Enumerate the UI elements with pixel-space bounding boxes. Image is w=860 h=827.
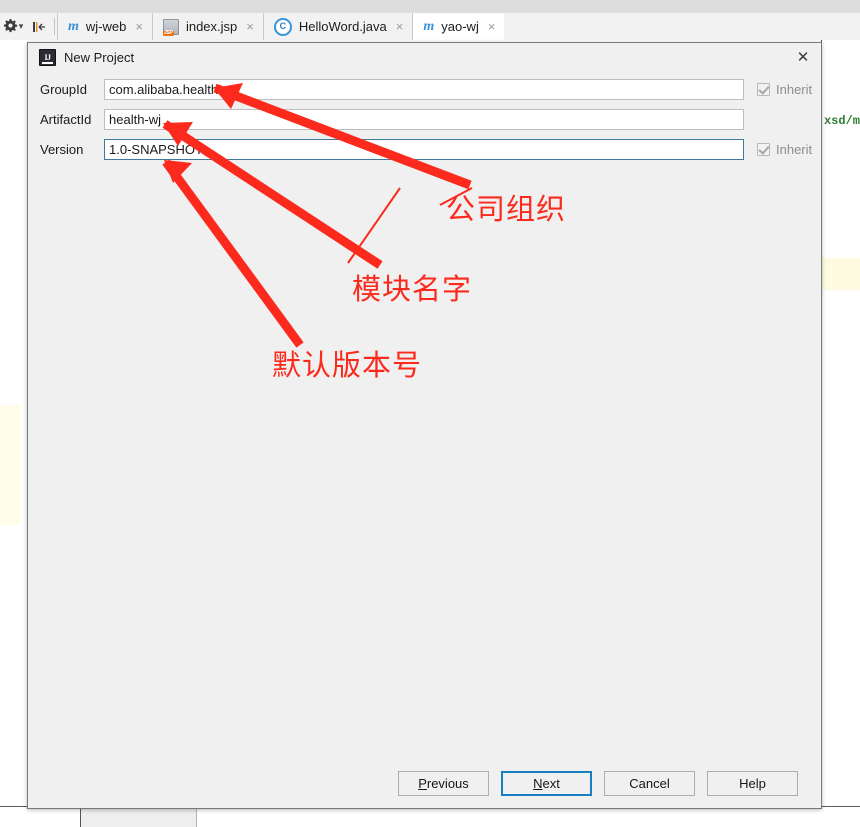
artifactid-label: ArtifactId <box>40 112 92 127</box>
tab-close-icon[interactable]: × <box>244 20 254 33</box>
new-project-dialog[interactable]: New Project ✕ GroupId com.alibaba.health… <box>27 42 822 809</box>
jsp-file-icon <box>162 18 179 36</box>
version-label: Version <box>40 142 84 157</box>
form-row-version: Version 1.0-SNAPSHOT Inherit <box>28 139 821 160</box>
dialog-button-row: Previous Next Cancel Help <box>28 771 821 796</box>
editor-tab-yao-wj[interactable]: m yao-wj × <box>412 13 505 40</box>
tab-close-icon[interactable]: × <box>133 20 143 33</box>
help-button[interactable]: Help <box>707 771 798 796</box>
dialog-title: New Project <box>64 49 135 65</box>
editor-tab-helloword-java[interactable]: C HelloWord.java × <box>262 13 413 40</box>
inherit-label: Inherit <box>776 82 813 97</box>
editor-tab-index-jsp[interactable]: index.jsp × <box>151 13 263 40</box>
tab-label: yao-wj <box>441 19 479 34</box>
dialog-title-bar: New Project <box>28 43 821 71</box>
groupid-label: GroupId <box>40 82 87 97</box>
tab-label: wj-web <box>85 19 127 34</box>
checkbox-icon <box>757 83 770 96</box>
intellij-idea-icon <box>39 48 56 66</box>
checkbox-icon <box>757 143 770 156</box>
tab-label: HelloWord.java <box>298 19 387 34</box>
cancel-button[interactable]: Cancel <box>604 771 695 796</box>
version-input[interactable]: 1.0-SNAPSHOT <box>104 139 744 160</box>
tab-close-icon[interactable]: × <box>486 20 496 33</box>
bottom-tool-panel[interactable] <box>81 807 197 827</box>
inherit-label: Inherit <box>776 142 813 157</box>
gear-icon <box>3 19 17 33</box>
form-row-artifactid: ArtifactId health-wj Inherit <box>28 109 821 130</box>
editor-tab-bar: ▾ m wj-web × index.jsp × C HelloWord.jav… <box>0 13 860 41</box>
window-top-strip <box>0 0 860 13</box>
toolbar-separator <box>54 18 55 35</box>
settings-gear-button[interactable]: ▾ <box>0 13 26 40</box>
editor-highlight-right <box>822 258 860 290</box>
tab-label: index.jsp <box>185 19 238 34</box>
groupid-inherit-checkbox[interactable]: Inherit <box>757 82 812 97</box>
version-inherit-checkbox[interactable]: Inherit <box>757 142 812 157</box>
dialog-close-button[interactable]: ✕ <box>785 43 821 71</box>
artifactid-input[interactable]: health-wj <box>104 109 744 130</box>
editor-tab-wj-web[interactable]: m wj-web × <box>57 13 152 40</box>
maven-module-icon: m <box>68 18 79 34</box>
collapse-panel-icon <box>33 21 45 32</box>
form-row-groupid: GroupId com.alibaba.health Inherit <box>28 79 821 100</box>
maven-module-icon: m <box>423 18 435 34</box>
collapse-panel-button[interactable] <box>26 13 52 40</box>
maven-coordinates-form: GroupId com.alibaba.health Inherit Artif… <box>28 79 821 169</box>
groupid-input[interactable]: com.alibaba.health <box>104 79 744 100</box>
java-class-icon: C <box>273 17 292 36</box>
next-button[interactable]: Next <box>501 771 592 796</box>
chevron-down-icon: ▾ <box>18 21 24 31</box>
editor-code-text: xsd/m <box>824 114 860 128</box>
previous-button[interactable]: Previous <box>398 771 489 796</box>
editor-highlight-left <box>0 405 20 525</box>
tab-close-icon[interactable]: × <box>394 20 404 33</box>
